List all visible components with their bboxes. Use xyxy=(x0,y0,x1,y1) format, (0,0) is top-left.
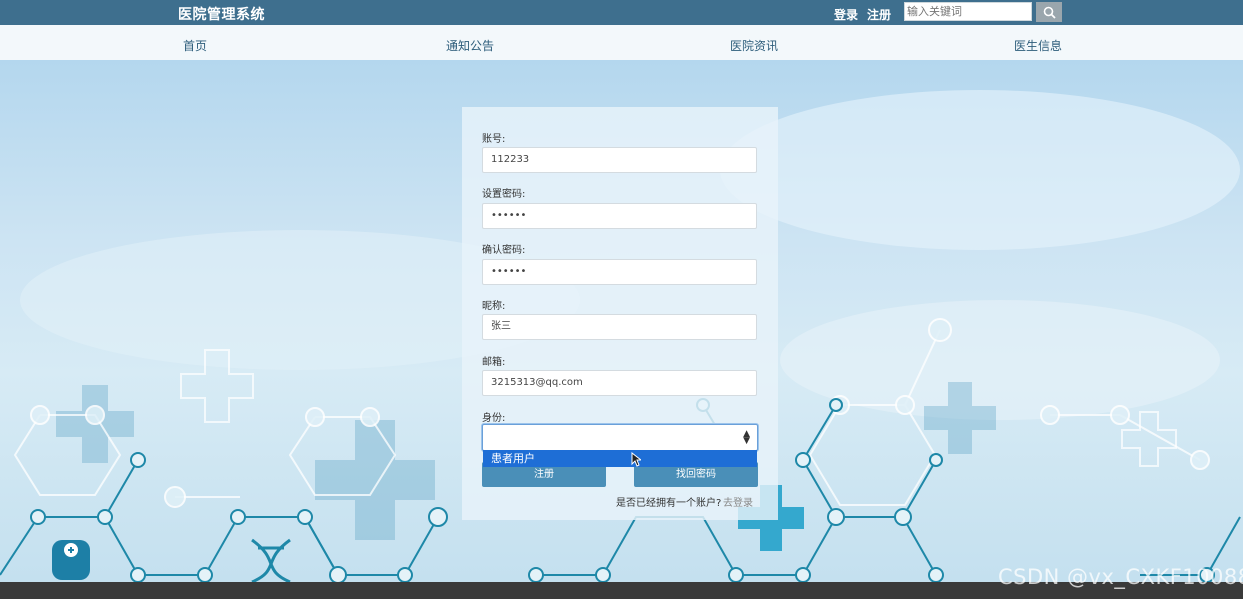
nav-doctor-info[interactable]: 医生信息 xyxy=(1014,37,1062,54)
dna-icon xyxy=(251,538,291,582)
nickname-label: 昵称: xyxy=(482,301,506,312)
clipped-side-panel xyxy=(1243,0,1257,599)
nickname-field[interactable]: 张三 xyxy=(482,314,757,340)
watermark-text: CSDN @vx_CXKF10088 xyxy=(998,565,1252,589)
main-nav: 首页 通知公告 医院资讯 医生信息 xyxy=(0,25,1243,61)
search-input[interactable] xyxy=(904,2,1032,21)
password-label: 设置密码: xyxy=(482,189,526,200)
top-header: 医院管理系统 登录 注册 xyxy=(0,0,1243,25)
account-label: 账号: xyxy=(482,134,506,145)
nav-hospital-news[interactable]: 医院资讯 xyxy=(730,37,778,54)
confirm-password-field[interactable]: •••••• xyxy=(482,259,757,285)
has-account-text: 是否已经拥有一个账户? xyxy=(616,498,722,509)
go-login-link[interactable]: 去登录 xyxy=(723,494,753,509)
login-link[interactable]: 登录 xyxy=(834,6,858,23)
nurse-cap-icon xyxy=(52,540,90,580)
account-field[interactable]: 112233 xyxy=(482,147,757,173)
identity-label: 身份: xyxy=(482,413,506,424)
select-arrows-icon: ▲ ▼ xyxy=(743,429,750,446)
search-icon xyxy=(1043,6,1056,19)
mouse-cursor-icon xyxy=(631,452,641,467)
register-link[interactable]: 注册 xyxy=(867,6,891,23)
email-label: 邮箱: xyxy=(482,357,506,368)
nav-home[interactable]: 首页 xyxy=(183,37,207,54)
identity-select[interactable]: ▲ ▼ xyxy=(482,424,758,451)
nav-notices[interactable]: 通知公告 xyxy=(446,37,494,54)
search-button[interactable] xyxy=(1036,2,1062,22)
password-field[interactable]: •••••• xyxy=(482,203,757,229)
confirm-password-label: 确认密码: xyxy=(482,245,526,256)
identity-option-patient[interactable]: 患者用户 xyxy=(483,450,757,467)
site-brand[interactable]: 医院管理系统 xyxy=(178,4,265,24)
email-field[interactable]: 3215313@qq.com xyxy=(482,370,757,396)
